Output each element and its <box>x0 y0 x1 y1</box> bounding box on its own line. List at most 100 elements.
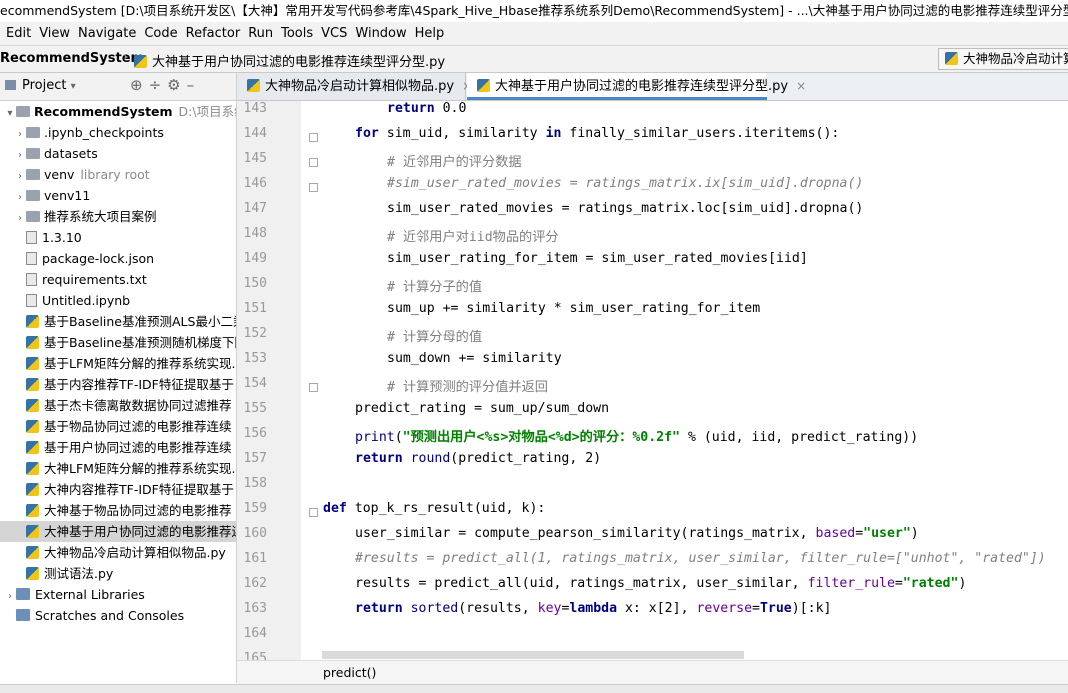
tab-cold-start[interactable]: 大神物品冷启动计算相似物品.py× <box>237 73 472 100</box>
code-breadcrumb[interactable]: predict() <box>237 660 1068 685</box>
code-line[interactable]: # 计算预测的评分值并返回 <box>387 376 548 395</box>
tree-item[interactable]: 基于Baseline基准预测随机梯度下降 <box>0 332 236 353</box>
expand-arrow-icon[interactable]: › <box>14 124 26 145</box>
tree-item-label: External Libraries <box>35 587 145 602</box>
tree-item[interactable]: ▾ RecommendSystem D:\项目系统开 <box>0 101 236 122</box>
tree-item[interactable]: requirements.txt <box>0 269 236 290</box>
collapse-icon[interactable]: ÷ <box>149 76 168 94</box>
code-line[interactable]: sim_user_rated_movies = ratings_matrix.l… <box>387 201 863 216</box>
tree-item[interactable]: › .ipynb_checkpoints <box>0 122 236 143</box>
tree-item[interactable]: 大神内容推荐TF-IDF特征提取基于 <box>0 479 236 500</box>
locate-icon[interactable]: ⊕ <box>130 76 149 94</box>
library-icon <box>16 609 30 621</box>
tree-item[interactable]: › 推荐系统大项目案例 <box>0 206 236 227</box>
tree-item-label: venv <box>44 167 75 182</box>
tree-item[interactable]: 大神LFM矩阵分解的推荐系统实现. <box>0 458 236 479</box>
tree-item[interactable]: 基于杰卡德离散数据协同过滤推荐 <box>0 395 236 416</box>
tree-item[interactable]: › datasets <box>0 143 236 164</box>
horizontal-scrollbar[interactable] <box>322 651 744 659</box>
fold-marker-icon[interactable] <box>309 158 318 167</box>
expand-arrow-icon[interactable]: › <box>4 586 16 607</box>
code-token: = <box>855 526 864 541</box>
expand-arrow-icon[interactable]: › <box>14 166 26 187</box>
code-line[interactable]: # 近邻用户对iid物品的评分 <box>387 226 559 245</box>
code-line[interactable]: return sorted(results, key = lambda x: x[2… <box>355 601 831 616</box>
run-configuration-select[interactable]: 大神物品冷启动计算 <box>938 48 1068 70</box>
menu-item-navigate[interactable]: Navigate <box>74 22 140 45</box>
expand-arrow-icon[interactable]: › <box>14 187 26 208</box>
tab-user-cf[interactable]: 大神基于用户协同过滤的电影推荐连续型评分型.py × <box>467 73 806 100</box>
close-icon[interactable]: × <box>796 79 806 93</box>
expand-arrow-icon[interactable]: › <box>14 145 26 166</box>
tree-item[interactable]: 基于内容推荐TF-IDF特征提取基于 <box>0 374 236 395</box>
code-line[interactable]: return round(predict_rating, 2) <box>355 451 601 466</box>
menu-item-view[interactable]: View <box>35 22 74 45</box>
line-number: 159 <box>243 501 267 516</box>
code-token: top_k_rs_result(uid, k): <box>346 501 546 516</box>
tree-item[interactable]: 基于用户协同过滤的电影推荐连续 <box>0 437 236 458</box>
tree-item-label: 基于用户协同过滤的电影推荐连续 <box>44 440 232 455</box>
code-line[interactable]: for sim_uid, similarity in finally_simil… <box>355 126 839 141</box>
expand-arrow-icon[interactable]: › <box>14 208 26 229</box>
menu-item-code[interactable]: Code <box>140 22 181 45</box>
tree-item[interactable]: › External Libraries <box>0 584 236 605</box>
tree-item[interactable]: Untitled.ipynb <box>0 290 236 311</box>
code-line[interactable]: results = predict_all(uid, ratings_matri… <box>355 576 966 591</box>
tree-item[interactable]: Scratches and Consoles <box>0 605 236 626</box>
code-line[interactable]: # 计算分母的值 <box>387 326 482 345</box>
code-editor[interactable]: 143 144 145 146 147 148 149 150 151 152 153 154 155 1… <box>237 101 1068 660</box>
line-number: 155 <box>243 401 267 416</box>
code-line[interactable]: sum_up += similarity * sim_user_rating_f… <box>387 301 760 316</box>
menu-item-edit[interactable]: Edit <box>2 22 35 45</box>
code-line[interactable]: # 计算分子的值 <box>387 276 482 295</box>
tree-item[interactable]: 测试语法.py <box>0 563 236 584</box>
line-number: 157 <box>243 451 267 466</box>
folder-icon <box>26 127 40 138</box>
tree-item[interactable]: 基于物品协同过滤的电影推荐连续 <box>0 416 236 437</box>
tree-item[interactable]: 1.3.10 <box>0 227 236 248</box>
code-line[interactable]: sum_down += similarity <box>387 351 562 366</box>
code-line[interactable]: #sim_user_rated_movies = ratings_matrix.… <box>387 176 863 191</box>
code-line[interactable]: user_similar = compute_pearson_similarit… <box>355 526 919 541</box>
project-panel-title[interactable]: Project ▾ <box>22 78 76 93</box>
tree-item[interactable]: › venv library root <box>0 164 236 185</box>
menu-item-vcs[interactable]: VCS <box>317 22 351 45</box>
code-line[interactable]: return 0.0 <box>387 101 466 116</box>
tree-item[interactable]: › venv11 <box>0 185 236 206</box>
gear-icon[interactable]: ⚙ <box>167 76 186 94</box>
fold-marker-icon[interactable] <box>309 133 318 142</box>
menu-item-help[interactable]: Help <box>411 22 449 45</box>
code-line[interactable]: #results = predict_all(1, ratings_matrix… <box>355 551 1046 566</box>
menu-item-refactor[interactable]: Refactor <box>182 22 245 45</box>
code-token: #results = predict_all(1, ratings_matrix… <box>355 551 1046 566</box>
tree-item[interactable]: 大神基于用户协同过滤的电影推荐连 <box>0 521 236 542</box>
breadcrumb-file[interactable]: 大神基于用户协同过滤的电影推荐连续型评分型.py <box>134 51 445 70</box>
python-file-icon <box>26 378 39 391</box>
code-line[interactable]: sim_user_rating_for_item = sim_user_rate… <box>387 251 808 266</box>
fold-marker-icon[interactable] <box>309 508 318 517</box>
tree-item-label: 大神物品冷启动计算相似物品.py <box>44 545 226 560</box>
expand-arrow-icon[interactable]: ▾ <box>4 103 16 124</box>
hide-icon[interactable]: – <box>187 76 201 94</box>
tree-item[interactable]: 大神物品冷启动计算相似物品.py <box>0 542 236 563</box>
tree-item[interactable]: 大神基于物品协同过滤的电影推荐 <box>0 500 236 521</box>
line-number: 162 <box>243 576 267 591</box>
menu-item-run[interactable]: Run <box>244 22 277 45</box>
tree-item[interactable]: 基于Baseline基准预测ALS最小二乘 <box>0 311 236 332</box>
fold-marker-icon[interactable] <box>309 383 318 392</box>
file-icon <box>26 294 37 307</box>
code-line[interactable]: def top_k_rs_result(uid, k): <box>323 501 545 516</box>
code-line[interactable]: # 近邻用户的评分数据 <box>387 151 522 170</box>
tree-item-label: .ipynb_checkpoints <box>44 125 164 140</box>
code-token: (results, <box>458 601 538 616</box>
menu-item-tools[interactable]: Tools <box>277 22 317 45</box>
code-line[interactable]: print("预测出用户<%s>对物品<%d>的评分：%0.2f" % (uid… <box>355 426 918 445</box>
menu-item-window[interactable]: Window <box>351 22 410 45</box>
python-file-icon <box>26 546 39 559</box>
code-line[interactable]: predict_rating = sum_up/sum_down <box>355 401 609 416</box>
line-number: 151 <box>243 301 267 316</box>
tree-item[interactable]: package-lock.json <box>0 248 236 269</box>
fold-marker-icon[interactable] <box>309 183 318 192</box>
line-number: 147 <box>243 201 267 216</box>
tree-item[interactable]: 基于LFM矩阵分解的推荐系统实现. <box>0 353 236 374</box>
